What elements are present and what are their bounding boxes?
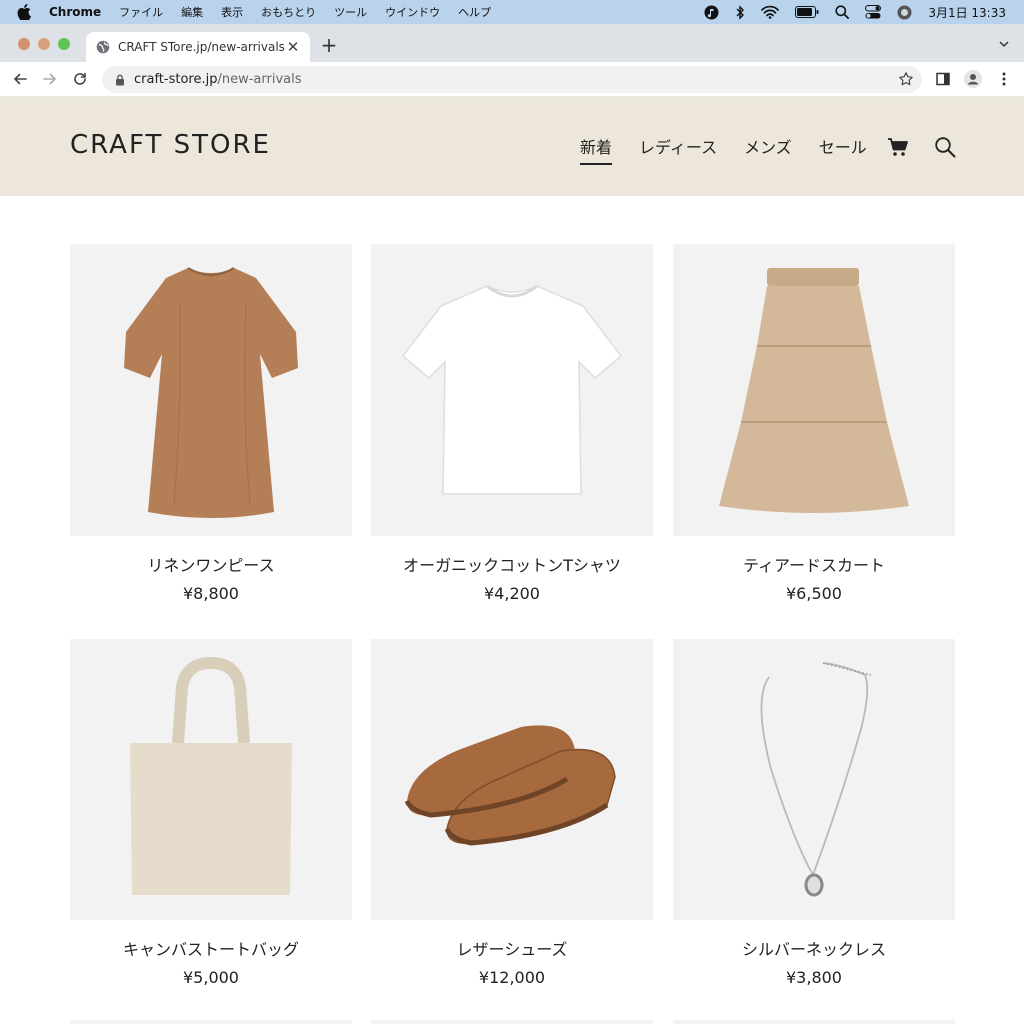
arrow-left-icon — [13, 73, 27, 85]
globe-icon — [96, 40, 110, 54]
menubar-status-area: 3月1日 13:33 — [704, 0, 1006, 24]
product-name[interactable]: オーガニックコットンTシャツ — [371, 552, 653, 576]
browser-tab-active[interactable]: CRAFT STore.jp/new-arrivals ✕ — [86, 32, 310, 62]
product-image-shoes[interactable] — [371, 639, 653, 920]
lock-icon[interactable] — [114, 74, 126, 86]
control-center-icon[interactable] — [865, 5, 882, 19]
next-row-card-edge — [371, 1020, 653, 1024]
tshirt-image — [401, 284, 623, 495]
apple-logo-icon[interactable] — [17, 4, 35, 20]
wifi-icon[interactable] — [761, 5, 780, 19]
store-header: CRAFT STORE 新着 レディース メンズ セール — [0, 97, 1024, 196]
reload-icon — [74, 72, 86, 85]
menubar-clock[interactable]: 3月1日 13:33 — [928, 4, 1006, 21]
menu-history[interactable]: おもちとり — [261, 4, 316, 20]
url-host: craft-store.jp — [134, 72, 218, 87]
zoom-window-button[interactable] — [58, 38, 70, 50]
side-panel-button[interactable] — [934, 70, 952, 88]
menu-edit[interactable]: 編集 — [181, 4, 203, 20]
product-price: ¥3,800 — [786, 968, 842, 987]
nav-new-arrivals[interactable]: 新着 — [580, 134, 613, 165]
product-card[interactable]: キャンバストートバッグ ¥5,000 — [70, 639, 352, 987]
profile-avatar-icon — [964, 70, 982, 88]
product-price: ¥6,500 — [786, 584, 842, 603]
dress-image — [124, 267, 298, 518]
product-image-tshirt[interactable] — [371, 244, 653, 536]
menu-view[interactable]: 表示 — [221, 4, 243, 20]
reload-button[interactable] — [71, 70, 89, 88]
nav-mens[interactable]: メンズ — [744, 134, 792, 165]
close-window-button[interactable] — [18, 38, 30, 50]
product-image-tote[interactable] — [70, 639, 352, 920]
store-logo[interactable]: CRAFT STORE — [70, 130, 271, 160]
next-row-card-edge — [673, 1020, 955, 1024]
product-card[interactable]: レザーシューズ ¥12,000 — [371, 639, 653, 987]
side-panel-icon — [936, 72, 950, 86]
search-icon[interactable] — [934, 136, 956, 158]
spotlight-search-icon[interactable] — [835, 5, 850, 19]
more-vertical-icon — [1002, 72, 1006, 86]
menubar-app-name[interactable]: Chrome — [49, 5, 101, 19]
product-image-dress[interactable] — [70, 244, 352, 536]
tab-close-icon[interactable]: ✕ — [286, 38, 300, 56]
product-card[interactable]: オーガニックコットンTシャツ ¥4,200 — [371, 244, 653, 603]
product-price: ¥4,200 — [484, 584, 540, 603]
menu-window[interactable]: ウインドウ — [385, 4, 440, 20]
product-price: ¥12,000 — [478, 968, 546, 987]
next-row-card-edge — [70, 1020, 352, 1024]
profile-button[interactable] — [964, 70, 982, 88]
tab-search-chevron-icon[interactable] — [998, 38, 1010, 50]
menu-tools[interactable]: ツール — [334, 4, 367, 20]
product-card[interactable]: シルバーネックレス ¥3,800 — [673, 639, 955, 987]
nav-sale[interactable]: セール — [819, 134, 867, 165]
product-price: ¥8,800 — [183, 584, 239, 603]
leather-shoes-image — [404, 725, 616, 846]
store-nav: 新着 レディース メンズ セール — [580, 134, 867, 165]
menu-file[interactable]: ファイル — [119, 4, 163, 20]
product-card[interactable]: リネンワンピース ¥8,800 — [70, 244, 352, 603]
product-image-skirt[interactable] — [673, 244, 955, 536]
skirt-image — [719, 268, 909, 513]
forward-button[interactable] — [41, 70, 59, 88]
product-image-necklace[interactable] — [673, 639, 955, 920]
silver-necklace-image — [760, 662, 872, 897]
bookmark-star-icon[interactable] — [898, 71, 914, 87]
product-card[interactable]: ティアードスカート ¥6,500 — [673, 244, 955, 603]
tote-bag-image — [130, 656, 292, 895]
product-name[interactable]: リネンワンピース — [70, 552, 352, 576]
new-tab-button[interactable]: + — [318, 34, 340, 56]
tab-title: CRAFT STore.jp/new-arrivals — [118, 40, 285, 54]
chrome-menu-button[interactable] — [995, 70, 1013, 88]
siri-icon[interactable] — [897, 5, 912, 20]
minimize-window-button[interactable] — [38, 38, 50, 50]
product-name[interactable]: ティアードスカート — [673, 552, 955, 576]
arrow-right-icon — [43, 73, 57, 85]
nav-ladies[interactable]: レディース — [639, 134, 717, 165]
battery-icon[interactable] — [795, 6, 819, 18]
address-bar[interactable]: craft-store.jp/new-arrivals — [102, 66, 922, 93]
menu-help[interactable]: ヘルプ — [458, 4, 491, 20]
product-name[interactable]: シルバーネックレス — [673, 936, 955, 960]
browser-toolbar: craft-store.jp/new-arrivals — [0, 62, 1024, 97]
music-icon[interactable] — [704, 5, 719, 20]
browser-tab-strip: CRAFT STore.jp/new-arrivals ✕ + — [0, 24, 1024, 62]
back-button[interactable] — [11, 70, 29, 88]
cart-icon[interactable] — [887, 136, 909, 158]
product-price: ¥5,000 — [183, 968, 239, 987]
window-controls — [18, 38, 70, 50]
product-name[interactable]: レザーシューズ — [371, 936, 653, 960]
bluetooth-icon[interactable] — [735, 4, 745, 20]
macos-menubar: Chrome ファイル 編集 表示 おもちとり ツール ウインドウ ヘルプ 3月… — [0, 0, 1024, 24]
product-name[interactable]: キャンバストートバッグ — [70, 936, 352, 960]
url-path: /new-arrivals — [217, 72, 302, 87]
